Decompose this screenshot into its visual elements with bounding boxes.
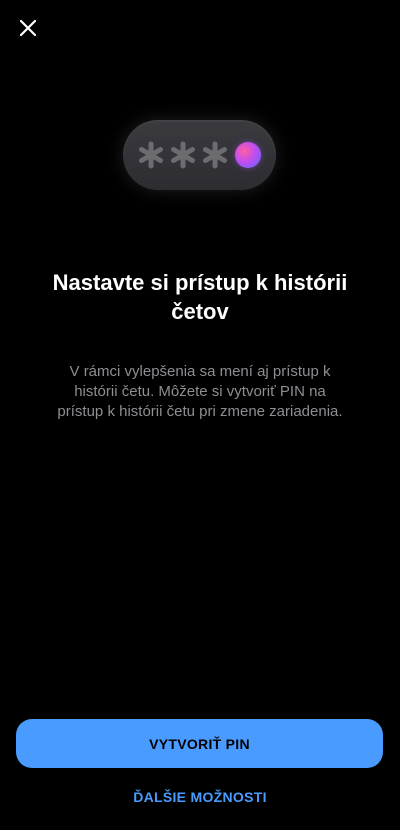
asterisk-icon: [139, 141, 163, 169]
more-options-link[interactable]: ĎALŠIE MOŽNOSTI: [60, 784, 340, 810]
pin-illustration: [123, 120, 276, 190]
close-icon: [19, 19, 37, 37]
page-title: Nastavte si prístup k histórii četov: [52, 270, 348, 324]
create-pin-button[interactable]: VYTVORIŤ PIN: [16, 719, 383, 768]
close-button[interactable]: [12, 12, 44, 44]
pin-cursor-dot: [235, 142, 261, 168]
pin-asterisks-icon: [137, 141, 229, 169]
page-description: V rámci vylepšenia sa mení aj prístup k …: [57, 363, 343, 420]
asterisk-icon: [203, 141, 227, 169]
asterisk-icon: [171, 141, 195, 169]
